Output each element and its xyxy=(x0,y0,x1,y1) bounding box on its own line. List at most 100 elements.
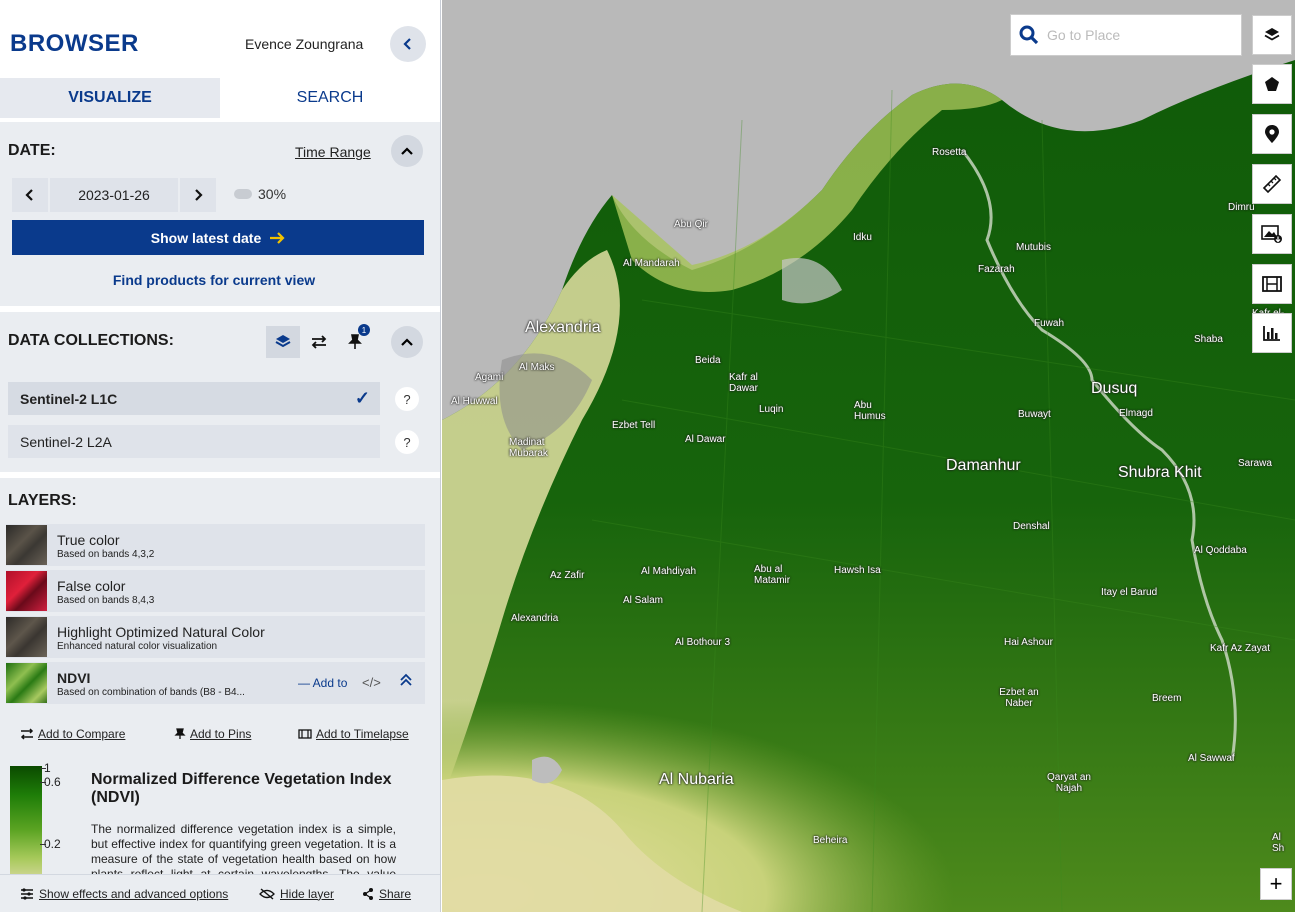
place-label: Al Qoddaba xyxy=(1194,545,1247,556)
place-label: Al Mandarah xyxy=(623,258,680,269)
search-icon[interactable] xyxy=(1011,25,1047,45)
data-collections-title: DATA COLLECTIONS: xyxy=(8,332,174,349)
date-input[interactable]: 2023-01-26 xyxy=(50,178,178,212)
place-label: Damanhur xyxy=(946,457,1021,474)
panel-header: BROWSER Evence Zoungrana xyxy=(0,0,440,78)
minus-icon: — xyxy=(298,676,313,690)
code-icon[interactable]: </> xyxy=(362,675,381,690)
statistics-button[interactable] xyxy=(1252,313,1292,353)
polygon-icon xyxy=(1265,77,1279,91)
map-view[interactable]: Rosetta Dimru Abu Qir Idku Mutubis Al Ma… xyxy=(442,0,1295,912)
place-label: Qaryat an Najah xyxy=(1047,772,1091,794)
add-to-compare-button[interactable]: Add to Compare xyxy=(20,727,125,741)
poi-tool-button[interactable] xyxy=(1252,114,1292,154)
share-button[interactable]: Share xyxy=(362,887,411,901)
find-products-link[interactable]: Find products for current view xyxy=(0,272,428,288)
collection-label: Sentinel-2 L1C xyxy=(20,390,118,407)
place-label: Sarawa xyxy=(1238,458,1272,469)
chevron-left-icon xyxy=(25,189,33,201)
collection-sentinel-2-l1c[interactable]: Sentinel-2 L1C ✓ xyxy=(8,382,380,415)
place-search xyxy=(1010,14,1242,56)
chevron-right-icon xyxy=(195,189,203,201)
satellite-imagery xyxy=(442,0,1295,912)
show-effects-button[interactable]: Show effects and advanced options xyxy=(20,887,228,901)
place-label: Abu Qir xyxy=(674,219,708,230)
collapse-layer-button[interactable] xyxy=(398,672,414,693)
pins-button[interactable]: 1 xyxy=(338,324,372,358)
legend-title: Normalized Difference Vegetation Index (… xyxy=(91,771,392,806)
show-latest-date-button[interactable]: Show latest date xyxy=(12,220,424,255)
layers-section: LAYERS: True color Based on bands 4,3,2 … xyxy=(0,478,440,912)
date-collapse-button[interactable] xyxy=(391,135,423,167)
film-icon xyxy=(1262,276,1282,292)
cloud-icon xyxy=(234,189,252,199)
legend-tick: 1 xyxy=(40,761,51,775)
add-to-timelapse-button[interactable]: Add to Timelapse xyxy=(298,727,409,741)
collection-label: Sentinel-2 L2A xyxy=(20,433,112,450)
layer-description: Based on bands 4,3,2 xyxy=(57,549,155,560)
data-collections-section: DATA COLLECTIONS: 1 Sentinel-2 L1C ✓ ? S… xyxy=(0,312,440,472)
cloud-coverage[interactable]: 30% xyxy=(234,186,286,202)
place-label: Az Zafir xyxy=(550,570,585,581)
image-download-button[interactable] xyxy=(1252,214,1292,254)
timelapse-button[interactable] xyxy=(1252,264,1292,304)
tab-visualize[interactable]: VISUALIZE xyxy=(0,78,220,118)
place-search-input[interactable] xyxy=(1047,27,1227,43)
add-to-label: Add to xyxy=(312,676,348,690)
add-to-button[interactable]: — Add to xyxy=(298,676,347,690)
layer-name: Highlight Optimized Natural Color xyxy=(57,624,265,640)
layer-description: Based on bands 8,4,3 xyxy=(57,595,155,606)
place-label: Al Sh xyxy=(1272,832,1285,854)
help-sentinel-2-l1c-button[interactable]: ? xyxy=(395,387,419,411)
share-icon xyxy=(363,887,373,900)
user-name[interactable]: Evence Zoungrana xyxy=(245,36,363,52)
place-label: Idku xyxy=(853,232,872,243)
compare-button[interactable] xyxy=(302,326,336,358)
place-label: Madinat Mubarak xyxy=(509,437,548,459)
chevron-up-icon xyxy=(401,147,413,155)
tab-search[interactable]: SEARCH xyxy=(220,78,440,118)
image-download-icon xyxy=(1261,225,1282,243)
place-label: Fuwah xyxy=(1034,318,1065,329)
side-panel: BROWSER Evence Zoungrana VISUALIZE SEARC… xyxy=(0,0,441,912)
place-label: Al Maks xyxy=(519,362,555,373)
zoom-in-button[interactable]: + xyxy=(1260,868,1292,900)
ruler-icon xyxy=(1262,174,1282,194)
collection-sentinel-2-l2a[interactable]: Sentinel-2 L2A xyxy=(8,425,380,458)
measure-tool-button[interactable] xyxy=(1252,164,1292,204)
collections-collapse-button[interactable] xyxy=(391,326,423,358)
layer-highlight-natural-color[interactable]: Highlight Optimized Natural Color Enhanc… xyxy=(6,616,425,658)
location-pin-icon xyxy=(1265,125,1279,143)
layers-tool-button[interactable] xyxy=(1252,15,1292,55)
add-to-pins-button[interactable]: Add to Pins xyxy=(174,727,251,741)
polygon-tool-button[interactable] xyxy=(1252,64,1292,104)
help-sentinel-2-l2a-button[interactable]: ? xyxy=(395,430,419,454)
place-label: Buwayt xyxy=(1018,409,1051,420)
ndvi-legend-gradient xyxy=(10,766,42,881)
pins-count-badge: 1 xyxy=(358,324,370,336)
place-label: Ezbet Tell xyxy=(612,420,656,431)
place-label: Al Nubaria xyxy=(659,771,734,788)
next-date-button[interactable] xyxy=(180,178,216,212)
collapse-panel-button[interactable] xyxy=(390,26,426,62)
add-to-timelapse-label: Add to Timelapse xyxy=(316,727,409,741)
layer-thumbnail xyxy=(6,617,47,657)
place-label: Al Sawwaf xyxy=(1188,753,1235,764)
previous-date-button[interactable] xyxy=(12,178,48,212)
collections-layers-button[interactable] xyxy=(266,326,300,358)
layer-ndvi[interactable]: NDVI Based on combination of bands (B8 -… xyxy=(6,662,425,704)
layer-false-color[interactable]: False color Based on bands 8,4,3 xyxy=(6,570,425,612)
place-label: Al Dawar xyxy=(685,434,726,445)
swap-arrows-icon xyxy=(311,335,327,349)
show-effects-label: Show effects and advanced options xyxy=(39,886,229,901)
hide-layer-button[interactable]: Hide layer xyxy=(259,887,334,901)
arrow-right-icon xyxy=(270,231,285,244)
time-range-link[interactable]: Time Range xyxy=(295,144,371,160)
legend-tick: 0.6 xyxy=(40,775,61,789)
layers-title: LAYERS: xyxy=(8,492,77,509)
sliders-icon xyxy=(21,887,33,900)
layer-name: False color xyxy=(57,578,126,594)
place-label: Beida xyxy=(695,355,721,366)
layer-true-color[interactable]: True color Based on bands 4,3,2 xyxy=(6,524,425,566)
place-label: Shubra Khit xyxy=(1118,464,1202,481)
